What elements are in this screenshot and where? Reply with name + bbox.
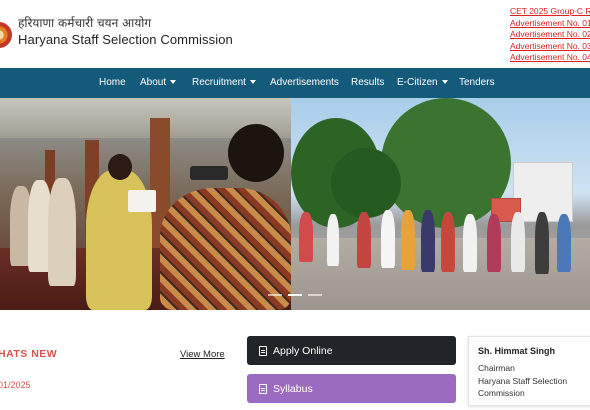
photo-person [535,212,549,274]
nav-home-label: Home [99,77,126,88]
carousel-indicators [268,294,322,296]
nav-results[interactable]: Results [351,68,384,98]
chairman-org-line1: Haryana Staff Selection [478,375,568,386]
carousel-dot[interactable] [268,294,282,296]
carousel-dot-active[interactable] [288,294,302,296]
ticker-link-advt-03[interactable]: Advertisement No. 03/ [510,41,590,53]
photo-person [441,212,455,272]
nav-e-citizen-label: E-Citizen [397,77,438,88]
syllabus-label: Syllabus [273,382,313,395]
photo-person-plaid [160,188,291,310]
hindi-site-title: हरियाणा कर्मचारी चयन आयोग [18,16,152,30]
nav-recruitment[interactable]: Recruitment [192,68,256,98]
nav-advertisements[interactable]: Advertisements [270,68,339,98]
carousel-dot[interactable] [308,294,322,296]
chairman-role: Chairman [478,363,515,373]
chevron-down-icon [441,80,448,85]
chairman-details: Chairman Haryana Staff Selection Commiss… [478,362,567,400]
chairman-org-line2: Commission [478,388,525,398]
photo-person [357,212,371,268]
photo-person [401,210,415,270]
english-site-title: Haryana Staff Selection Commission [18,32,233,47]
photo-person [299,212,313,262]
photo-person [463,214,477,272]
hero-carousel[interactable] [0,98,590,310]
nav-home[interactable]: Home [99,68,126,98]
news-item-date: 01/2025 [0,380,31,390]
photo-head [108,154,132,180]
photo-person [511,212,525,272]
nav-tenders-label: Tenders [459,77,495,88]
photo-head [228,124,284,182]
photo-tree [331,148,401,218]
outdoor-crowd-photo [291,98,590,310]
photo-person [557,214,571,272]
photo-person [381,210,395,268]
ticker-link-advt-02[interactable]: Advertisement No. 02/ [510,29,590,41]
chairman-name: Sh. Himmat Singh [478,346,556,356]
chairman-card: Sh. Himmat Singh Chairman Haryana Staff … [468,336,590,406]
exam-hall-photo [0,98,291,310]
ticker-link-cet-result[interactable]: CET 2025 Group-C Res [510,6,590,18]
nav-e-citizen[interactable]: E-Citizen [397,68,448,98]
photo-camera [190,166,228,180]
copy-icon [259,383,267,394]
photo-person [487,214,501,272]
nav-results-label: Results [351,77,385,88]
nav-advertisements-label: Advertisements [270,77,339,88]
photo-person [327,214,339,266]
ticker-link-advt-01[interactable]: Advertisement No. 01/ [510,18,590,30]
nav-about-label: About [140,77,167,88]
apply-online-label: Apply Online [273,344,333,357]
apply-online-button[interactable]: Apply Online [247,336,456,365]
site-header: हरियाणा कर्मचारी चयन आयोग Haryana Staff … [0,0,590,68]
document-icon [259,345,267,356]
photo-person [48,178,76,286]
whats-new-heading: HATS NEW [0,348,58,360]
nav-recruitment-label: Recruitment [192,77,246,88]
view-more-link[interactable]: View More [180,349,225,360]
hssc-logo-icon[interactable] [0,22,12,48]
syllabus-button[interactable]: Syllabus [247,374,456,403]
chevron-down-icon [249,80,256,85]
photo-document [128,190,156,212]
ticker-link-advt-04[interactable]: Advertisement No. 04/ [510,52,590,64]
nav-tenders[interactable]: Tenders [459,68,495,98]
nav-about[interactable]: About [140,68,177,98]
main-nav: Home About Recruitment Advertisements Re… [0,68,590,98]
news-ticker: CET 2025 Group-C Res Advertisement No. 0… [510,6,590,64]
photo-person [421,210,435,272]
chevron-down-icon [170,80,177,85]
